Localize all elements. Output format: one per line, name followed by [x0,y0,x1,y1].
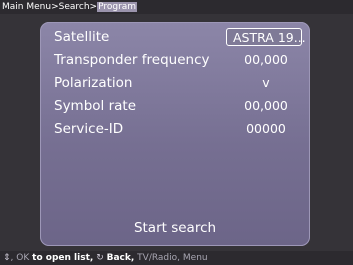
polarization-row[interactable]: Polarization v [40,72,310,94]
service-id-field[interactable]: 00000 [232,118,300,140]
symbol-rate-field[interactable]: 00,000 [232,95,300,117]
symbol-rate-row[interactable]: Symbol rate 00,000 [40,95,310,117]
breadcrumb-item-main-menu[interactable]: Main Menu [2,2,51,12]
satellite-select[interactable]: ASTRA 19... [226,28,306,46]
breadcrumb-item-program: Program [97,2,138,12]
service-id-label: Service-ID [54,121,124,137]
symbol-rate-label: Symbol rate [54,98,137,114]
search-settings-panel: Satellite ASTRA 19... Transponder freque… [40,22,310,246]
breadcrumb-item-search[interactable]: Search [59,2,90,12]
bottom-help-bar: ⇕, OK to open list, ↻ Back, TV/Radio, Me… [0,251,353,265]
open-list-hint: to open list, [32,253,94,263]
polarization-label: Polarization [54,75,133,91]
breadcrumb: Main Menu>Search>Program [2,0,138,14]
polarization-field[interactable]: v [232,72,300,94]
transponder-frequency-row[interactable]: Transponder frequency 00,000 [40,49,310,71]
satellite-label: Satellite [54,29,110,45]
transponder-frequency-label: Transponder frequency [54,52,210,68]
tv-radio-hint: TV/Radio, [137,253,181,263]
up-down-arrows-icon: ⇕ [3,253,11,263]
service-id-row[interactable]: Service-ID 00000 [40,118,310,140]
back-arrow-icon: ↻ [96,253,104,263]
satellite-row[interactable]: Satellite ASTRA 19... [40,26,310,48]
footer-comma: , [10,253,14,263]
transponder-frequency-field[interactable]: 00,000 [232,49,300,71]
breadcrumb-separator: > [51,2,59,12]
start-search-button[interactable]: Start search [40,218,310,238]
top-bar: Main Menu>Search>Program [0,0,353,14]
ok-key-label: OK [16,253,30,263]
breadcrumb-separator: > [89,2,98,12]
back-hint: Back, [106,253,135,263]
menu-hint: Menu [182,253,208,263]
